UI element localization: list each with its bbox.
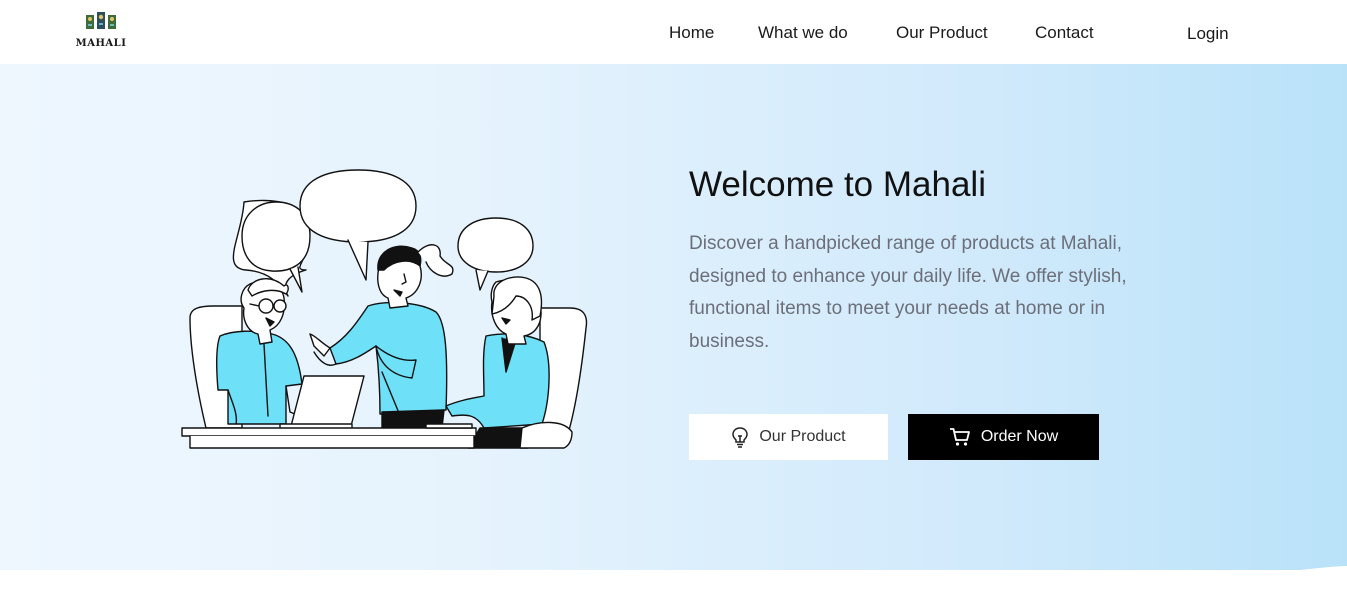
navbar: MAHALI Home What we do Our Product Conta… bbox=[0, 0, 1347, 64]
our-product-button[interactable]: Our Product bbox=[689, 414, 888, 460]
cart-icon bbox=[949, 427, 971, 447]
team-discussion-illustration-icon bbox=[181, 169, 588, 449]
hero-illustration bbox=[180, 166, 592, 452]
hero-bottom-divider bbox=[0, 566, 1347, 596]
hero-description: Discover a handpicked range of products … bbox=[689, 233, 1127, 352]
our-product-button-label: Our Product bbox=[759, 428, 846, 445]
nav-our-product[interactable]: Our Product bbox=[896, 22, 988, 44]
nav-login[interactable]: Login bbox=[1187, 23, 1229, 45]
mahali-logo-icon bbox=[86, 12, 116, 29]
hero-title: Welcome to Mahali bbox=[689, 165, 986, 204]
brand-name: MAHALI bbox=[75, 38, 127, 49]
order-now-button[interactable]: Order Now bbox=[908, 414, 1099, 460]
nav-home[interactable]: Home bbox=[669, 22, 714, 44]
order-now-button-label: Order Now bbox=[980, 428, 1059, 445]
brand-logo[interactable]: MAHALI bbox=[74, 11, 128, 53]
nav-contact[interactable]: Contact bbox=[1035, 22, 1094, 44]
nav-what-we-do[interactable]: What we do bbox=[758, 22, 848, 44]
lightbulb-icon bbox=[731, 426, 749, 448]
